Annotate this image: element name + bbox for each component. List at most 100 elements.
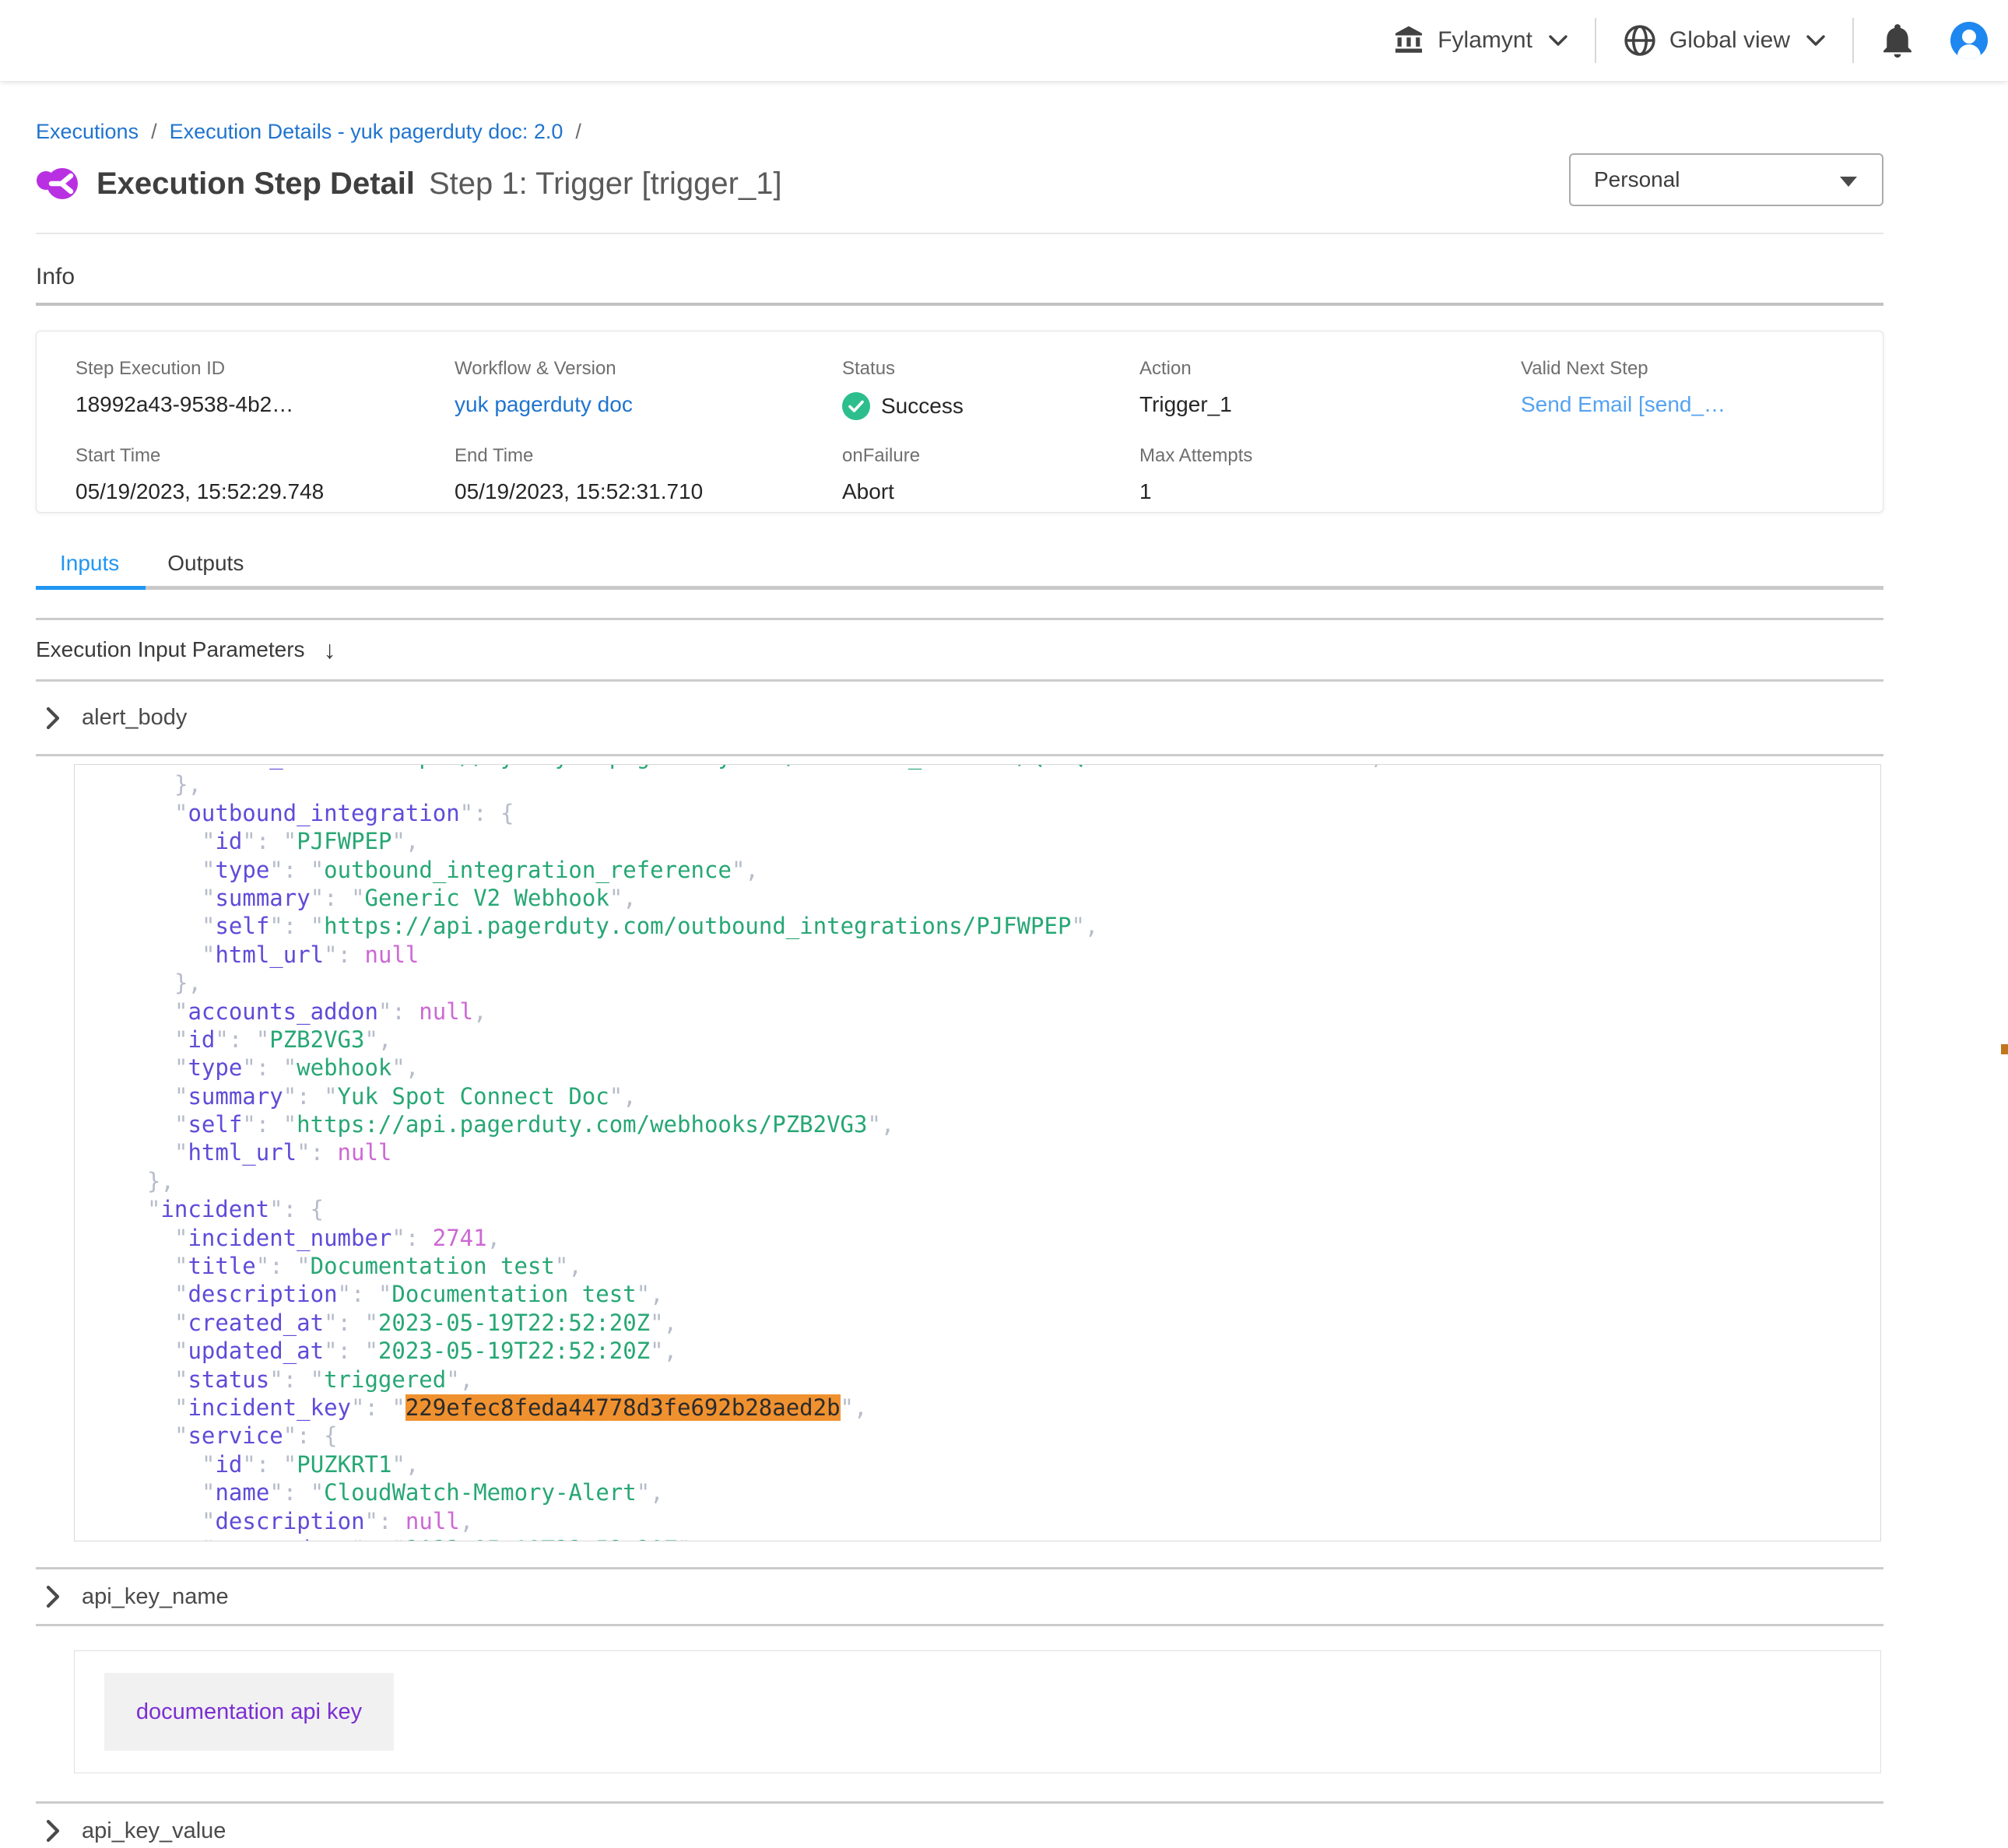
view-label: Global view: [1669, 27, 1790, 54]
org-menu[interactable]: Fylamynt: [1392, 24, 1568, 57]
tab-inputs[interactable]: Inputs: [36, 541, 143, 586]
tab-bar: Inputs Outputs: [36, 541, 1883, 586]
active-tab-indicator: [36, 586, 146, 590]
divider: [36, 754, 1883, 756]
divider: [36, 1624, 1883, 1626]
header-divider: [1852, 18, 1854, 63]
json-code-line: },: [75, 969, 1880, 997]
info-section-heading: Info: [36, 264, 1883, 290]
breadcrumb-link-executions[interactable]: Executions: [36, 120, 139, 144]
info-field: Step Execution ID 18992a43-9538-4b2…: [75, 358, 455, 420]
info-field-label: Action: [1139, 358, 1521, 380]
json-code-line: "type": "webhook",: [75, 1054, 1880, 1082]
info-field: Max Attempts 1: [1139, 445, 1521, 504]
status-text: Success: [881, 394, 964, 419]
param-row-alert-body[interactable]: alert_body: [36, 682, 1883, 754]
chevron-right-icon: [44, 1585, 61, 1608]
json-code-line: "description": "Documentation test",: [75, 1280, 1880, 1308]
json-code-line: "status": "triggered",: [75, 1366, 1880, 1394]
json-code-line: "summary": "Yuk Spot Connect Doc",: [75, 1082, 1880, 1110]
info-field: Action Trigger_1: [1139, 358, 1521, 420]
user-avatar[interactable]: [1950, 22, 1988, 59]
info-field-label: onFailure: [842, 445, 1139, 467]
json-code-line: "outbound_integration": {: [75, 799, 1880, 827]
info-field: Status Success: [842, 358, 1139, 420]
json-code-line: },: [75, 1167, 1880, 1195]
scrollbar-highlight-tick[interactable]: [2001, 1044, 2008, 1054]
header-divider: [1595, 18, 1596, 63]
json-code-line: "id": "PJFWPEP",: [75, 827, 1880, 855]
scope-select-value: Personal: [1594, 167, 1680, 192]
info-field-label: Start Time: [75, 445, 455, 467]
info-field-value: 05/19/2023, 15:52:31.710: [455, 479, 842, 504]
alert-body-json-viewer[interactable]: "html_url": "https://fylamynt.pagerduty.…: [74, 764, 1881, 1541]
json-code-line: "incident": {: [75, 1195, 1880, 1223]
json-code-line: "html_url": null: [75, 941, 1880, 969]
divider: [36, 303, 1883, 306]
notifications-bell-icon[interactable]: [1880, 22, 1915, 59]
param-name: api_key_value: [82, 1818, 226, 1844]
workflow-logo-icon: [36, 162, 79, 205]
info-field: Workflow & Version yuk pagerduty doc: [455, 358, 842, 420]
chevron-down-icon: [1548, 34, 1568, 47]
info-field-label: Workflow & Version: [455, 358, 842, 380]
success-check-icon: [842, 392, 870, 420]
json-code-line: "created_at": "2023-05-19T22:52:20Z",: [75, 1535, 1880, 1541]
json-code-line: "incident_number": 2741,: [75, 1224, 1880, 1252]
json-code-line: "updated_at": "2023-05-19T22:52:20Z",: [75, 1337, 1880, 1365]
info-field-link[interactable]: Send Email [send_…: [1521, 392, 1844, 417]
param-row-api-key-value[interactable]: api_key_value: [36, 1804, 1883, 1848]
breadcrumb-separator: /: [151, 120, 157, 144]
info-field-value: 18992a43-9538-4b2…: [75, 392, 455, 417]
info-card: Step Execution ID 18992a43-9538-4b2…Workf…: [36, 331, 1883, 513]
json-code-line: "id": "PZB2VG3",: [75, 1026, 1880, 1054]
param-name: api_key_name: [82, 1584, 229, 1610]
info-field-value: Trigger_1: [1139, 392, 1521, 417]
param-row-api-key-name[interactable]: api_key_name: [36, 1569, 1883, 1624]
json-code: "html_url": "https://fylamynt.pagerduty.…: [75, 764, 1880, 1541]
json-code-line: "title": "Documentation test",: [75, 1252, 1880, 1280]
select-arrow-icon: [1840, 177, 1857, 187]
chevron-down-icon: [1806, 34, 1826, 47]
info-field-label: Valid Next Step: [1521, 358, 1844, 380]
info-field-label: Step Execution ID: [75, 358, 455, 380]
json-code-line: "self": "https://api.pagerduty.com/webho…: [75, 1110, 1880, 1138]
scope-select[interactable]: Personal: [1569, 153, 1883, 206]
org-label: Fylamynt: [1438, 27, 1532, 54]
info-field-label: Status: [842, 358, 1139, 380]
json-code-line: "self": "https://api.pagerduty.com/outbo…: [75, 912, 1880, 940]
status-badge: Success: [842, 392, 1139, 420]
json-code-line: "name": "CloudWatch-Memory-Alert",: [75, 1478, 1880, 1506]
info-field-value: 1: [1139, 479, 1521, 504]
tab-outputs[interactable]: Outputs: [143, 541, 268, 586]
view-menu[interactable]: Global view: [1623, 23, 1826, 58]
json-code-line: "type": "outbound_integration_reference"…: [75, 856, 1880, 884]
execution-input-parameters-header: Execution Input Parameters ↓: [36, 620, 1883, 679]
tab-underline-track: [36, 586, 1883, 590]
download-arrow-icon[interactable]: ↓: [324, 636, 336, 665]
json-code-line: "created_at": "2023-05-19T22:52:20Z",: [75, 1309, 1880, 1337]
json-code-line: "service": {: [75, 1422, 1880, 1450]
info-field-label: End Time: [455, 445, 842, 467]
json-code-line: "description": null,: [75, 1507, 1880, 1535]
page-title: Execution Step Detail: [97, 167, 415, 202]
divider: [36, 233, 1883, 234]
bank-icon: [1392, 24, 1425, 57]
api-key-name-chip-label: documentation api key: [136, 1699, 362, 1725]
api-key-name-chip[interactable]: documentation api key: [104, 1673, 394, 1751]
info-field-label: Max Attempts: [1139, 445, 1521, 467]
param-name: alert_body: [82, 705, 187, 731]
info-field-value: Abort: [842, 479, 1139, 504]
execution-input-parameters-title: Execution Input Parameters: [36, 637, 305, 662]
chevron-right-icon: [44, 1819, 61, 1843]
info-field: [1521, 445, 1844, 504]
json-code-line: "html_url": null: [75, 1138, 1880, 1166]
json-code-line: "incident_key": "229efec8feda44778d3fe69…: [75, 1394, 1880, 1422]
main-content: Executions / Execution Details - yuk pag…: [36, 120, 1883, 1848]
breadcrumb-link-execution-details[interactable]: Execution Details - yuk pagerduty doc: 2…: [170, 120, 563, 144]
info-field: Valid Next Step Send Email [send_…: [1521, 358, 1844, 420]
api-key-name-value-panel: documentation api key: [74, 1650, 1881, 1773]
info-field-link[interactable]: yuk pagerduty doc: [455, 392, 842, 417]
json-code-line: "accounts_addon": null,: [75, 998, 1880, 1026]
breadcrumb: Executions / Execution Details - yuk pag…: [36, 120, 1883, 144]
